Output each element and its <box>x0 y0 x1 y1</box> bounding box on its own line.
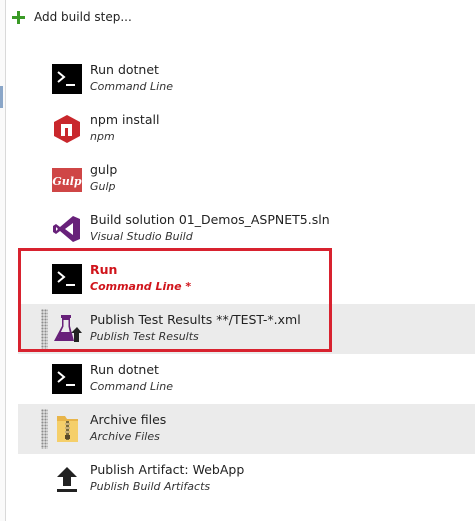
plus-icon <box>12 10 25 24</box>
step-title: npm install <box>90 112 160 127</box>
build-step-gulp[interactable]: Gulp gulp Gulp <box>18 154 475 204</box>
build-step-publish-test-results[interactable]: Publish Test Results **/TEST-*.xml Publi… <box>18 304 475 354</box>
archive-files-icon <box>57 416 78 442</box>
step-title: Publish Test Results **/TEST-*.xml <box>90 312 301 327</box>
left-panel-border <box>0 0 6 521</box>
build-step-run-dotnet-2[interactable]: Run dotnet Command Line <box>18 354 475 404</box>
drag-handle[interactable] <box>41 409 48 449</box>
step-subtitle: Publish Test Results <box>90 330 199 343</box>
step-subtitle: Archive Files <box>90 430 160 443</box>
step-subtitle: Command Line * <box>90 280 192 293</box>
build-step-publish-artifact[interactable]: Publish Artifact: WebApp Publish Build A… <box>18 454 475 504</box>
step-subtitle: npm <box>90 130 115 143</box>
command-line-icon <box>52 364 82 394</box>
step-title: Run dotnet <box>90 362 159 377</box>
publish-test-results-icon <box>54 315 82 342</box>
npm-icon <box>54 115 80 143</box>
step-subtitle: Command Line <box>90 80 173 93</box>
left-panel-accent <box>0 86 3 108</box>
drag-handle[interactable] <box>41 309 48 349</box>
step-subtitle: Command Line <box>90 380 173 393</box>
build-step-run-dotnet[interactable]: Run dotnet Command Line <box>18 54 475 104</box>
step-title: Build solution 01_Demos_ASPNET5.sln <box>90 212 330 227</box>
step-title: Archive files <box>90 412 167 427</box>
step-title: Run dotnet <box>90 62 159 77</box>
build-step-build-solution[interactable]: Build solution 01_Demos_ASPNET5.sln Visu… <box>18 204 475 254</box>
step-subtitle: Visual Studio Build <box>90 230 193 243</box>
step-subtitle: Publish Build Artifacts <box>90 480 211 493</box>
step-title: Run <box>90 262 118 277</box>
svg-text:Gulp: Gulp <box>52 175 82 188</box>
gulp-icon: Gulp <box>52 168 82 192</box>
add-build-step-label: Add build step... <box>34 10 132 24</box>
publish-artifact-icon <box>57 467 77 492</box>
visual-studio-icon <box>53 216 80 242</box>
step-title: Publish Artifact: WebApp <box>90 462 245 477</box>
command-line-icon <box>52 264 82 294</box>
command-line-icon <box>52 64 82 94</box>
step-title: gulp <box>90 162 118 177</box>
step-subtitle: Gulp <box>90 180 116 193</box>
build-step-run-selected[interactable]: Run Command Line * <box>18 254 475 304</box>
add-build-step-button[interactable]: Add build step... <box>12 7 132 27</box>
build-step-npm-install[interactable]: npm install npm <box>18 104 475 154</box>
build-step-archive-files[interactable]: Archive files Archive Files <box>18 404 475 454</box>
